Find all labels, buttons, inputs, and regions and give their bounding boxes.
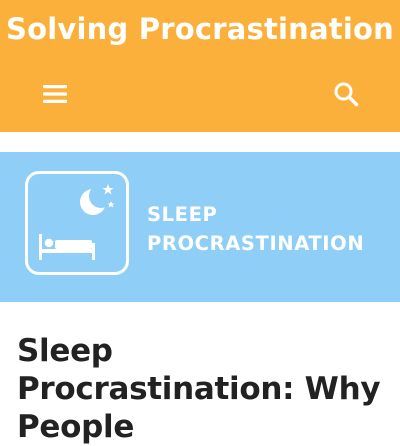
banner-title-line-2: PROCRASTINATION — [147, 232, 365, 255]
site-header: Solving Procrastination — [0, 0, 400, 132]
search-icon — [334, 82, 359, 107]
article-title[interactable]: Sleep Procrastination: Why People — [17, 332, 387, 446]
search-button[interactable] — [326, 74, 366, 114]
header-spacer — [0, 132, 400, 152]
menu-button[interactable] — [36, 76, 74, 112]
banner-title-line-1: SLEEP — [147, 203, 218, 226]
featured-image-banner[interactable]: SLEEP PROCRASTINATION — [0, 152, 400, 302]
site-title[interactable]: Solving Procrastination — [0, 12, 400, 46]
sleep-bed-moon-icon — [25, 171, 129, 275]
hamburger-menu-icon — [43, 85, 67, 103]
banner-title: SLEEP PROCRASTINATION — [147, 200, 364, 258]
